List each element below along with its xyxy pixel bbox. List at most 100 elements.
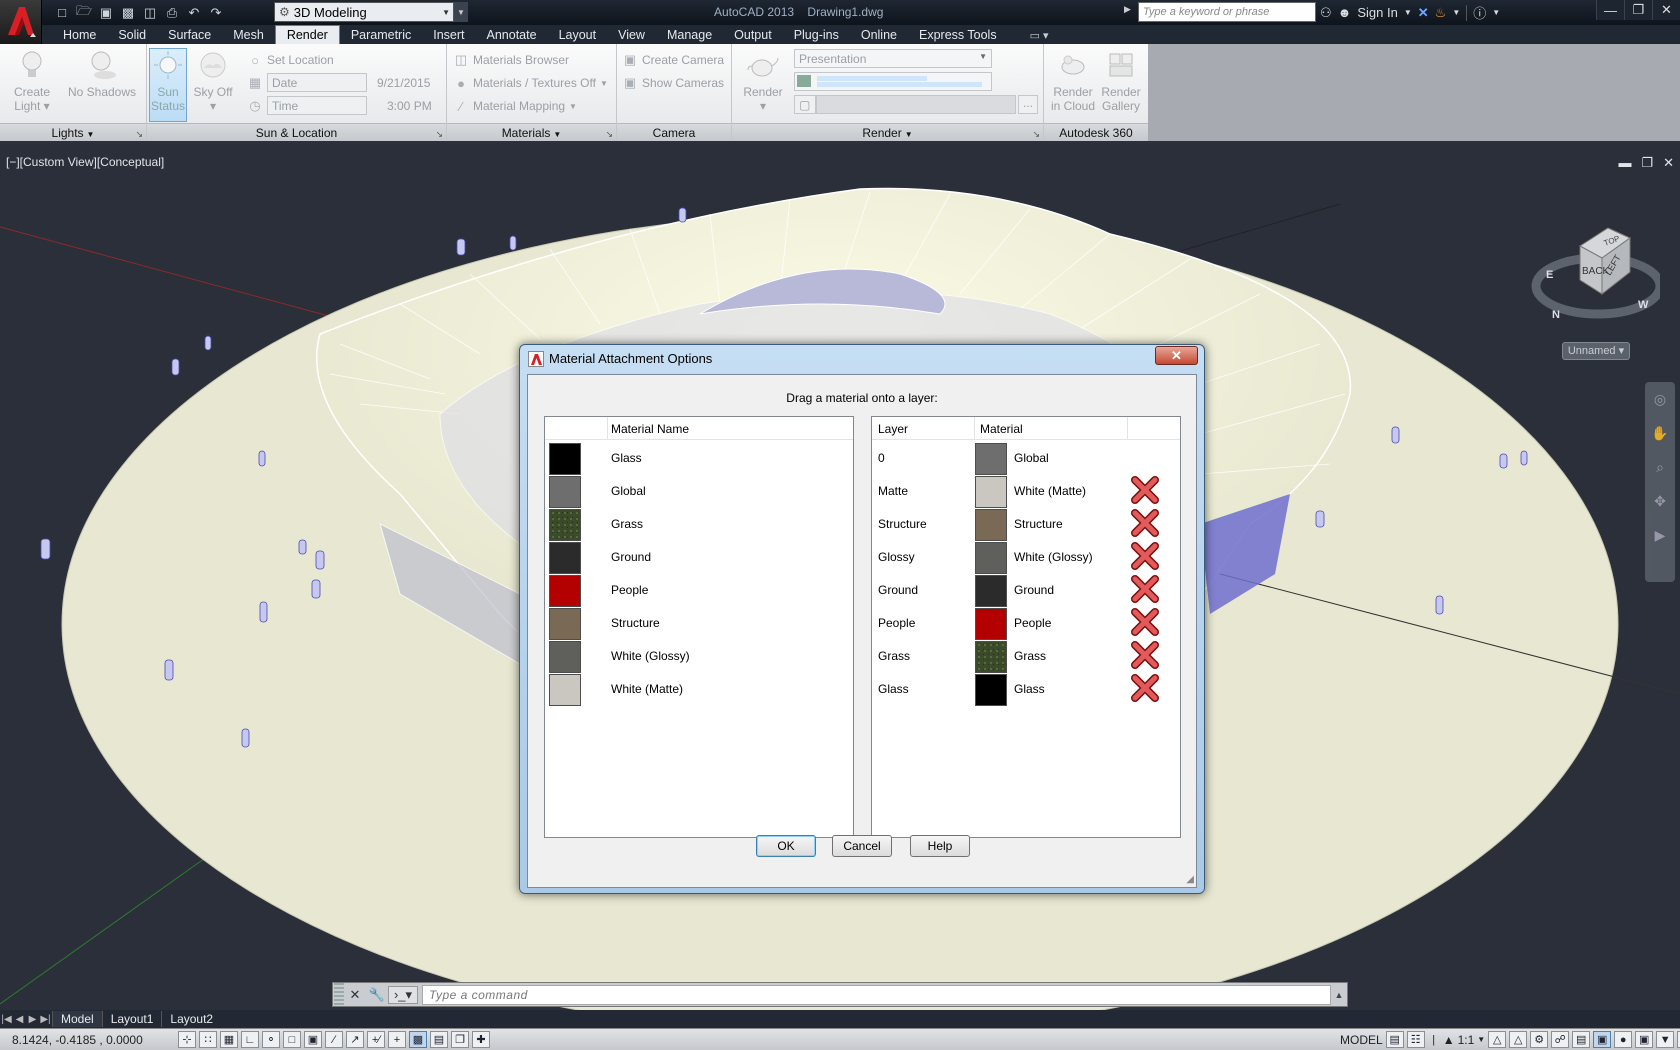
user-icon[interactable]: ☻ (1338, 5, 1352, 20)
materials-list[interactable]: Material Name Glass Global Grass Ground Peop… (544, 416, 854, 838)
material-list-item[interactable]: People (545, 572, 853, 607)
open-icon[interactable]: 🗁 (74, 3, 94, 22)
resize-grip-icon[interactable]: ◢ (1186, 874, 1194, 885)
first-tab-icon[interactable]: |◀ (0, 1014, 13, 1025)
search-input[interactable]: Type a keyword or phrase (1138, 2, 1316, 22)
render-gallery-button[interactable]: Render Gallery (1098, 49, 1144, 113)
exchange-icon[interactable]: ✕ (1418, 5, 1429, 21)
save-icon[interactable]: ▣ (96, 3, 116, 22)
layer-list-item[interactable]: People People (872, 605, 1180, 640)
tab-express-tools[interactable]: Express Tools (908, 26, 1008, 44)
selection-cycling-icon[interactable]: ❐ (451, 1031, 469, 1048)
tab-home[interactable]: Home (52, 26, 107, 44)
detach-material-icon[interactable] (1130, 574, 1160, 604)
layer-column-header[interactable]: Layer (878, 422, 908, 436)
viewport-label[interactable]: [−][Custom View][Conceptual] (6, 155, 164, 169)
workspace-switch-icon[interactable]: ⚙ (1530, 1031, 1549, 1048)
render-output-icon[interactable]: ▢ (794, 95, 816, 114)
coordinates-readout[interactable]: 8.1424, -0.4185 , 0.0000 (12, 1033, 143, 1047)
auto-scale-icon[interactable]: △ (1509, 1031, 1528, 1048)
minimize-button[interactable]: — (1596, 0, 1624, 20)
annotation-visibility-icon[interactable]: △ (1488, 1031, 1507, 1048)
material-list-item[interactable]: Global (545, 473, 853, 508)
layer-list-item[interactable]: Grass Grass (872, 638, 1180, 673)
close-icon[interactable]: ✕ (344, 987, 366, 1003)
tab-solid[interactable]: Solid (107, 26, 157, 44)
workspace-select[interactable]: ⚙ 3D Modeling ▼ (274, 2, 454, 22)
detach-material-icon[interactable] (1130, 508, 1160, 538)
last-tab-icon[interactable]: ▶| (39, 1014, 52, 1025)
quick-view-drawings-icon[interactable]: ☷ (1406, 1031, 1425, 1048)
navigation-bar[interactable]: ◎ ✋ ⌕ ✥ ▶ (1645, 382, 1675, 582)
dialog-launcher-icon[interactable]: ↘ (135, 125, 143, 143)
layers-list[interactable]: Layer Material 0 Global Matte White (Matte)… (871, 416, 1181, 838)
drag-handle[interactable] (334, 983, 344, 1006)
command-prompt-icon[interactable]: ›_▾ (388, 985, 418, 1004)
caret-right-icon[interactable]: ▶ (1124, 4, 1131, 15)
snap-icon[interactable]: ∷ (199, 1031, 217, 1048)
date-slider[interactable]: Date (267, 73, 367, 92)
dyn-icon[interactable]: +∕ (367, 1031, 385, 1048)
qat-customize-button[interactable]: ▼ (454, 2, 468, 22)
close-button[interactable]: ✕ (1652, 0, 1680, 20)
print-icon[interactable]: ⎙ (162, 3, 182, 22)
application-menu-button[interactable] (0, 0, 42, 44)
sky-off-button[interactable]: Sky Off ▾ (191, 49, 235, 113)
materials-panel-title[interactable]: Materials ▼ ↘ (447, 123, 616, 141)
browse-button[interactable]: ... (1018, 95, 1038, 114)
binoculars-icon[interactable]: ⚇ (1320, 5, 1332, 21)
tab-annotate[interactable]: Annotate (476, 26, 548, 44)
annotation-monitor-icon[interactable]: ✚ (472, 1031, 490, 1048)
dialog-launcher-icon[interactable]: ↘ (1032, 125, 1040, 143)
material-list-item[interactable]: White (Glossy) (545, 638, 853, 673)
tab-mesh[interactable]: Mesh (222, 26, 275, 44)
tab-surface[interactable]: Surface (157, 26, 222, 44)
layer-list-item[interactable]: Glass Glass (872, 671, 1180, 706)
next-tab-icon[interactable]: ▶ (26, 1014, 39, 1025)
material-list-item[interactable]: Ground (545, 539, 853, 574)
tab-manage[interactable]: Manage (656, 26, 723, 44)
otrack-icon[interactable]: ∕ (325, 1031, 343, 1048)
redo-icon[interactable]: ↷ (206, 3, 226, 22)
tab-plug-ins[interactable]: Plug-ins (783, 26, 850, 44)
lights-panel-title[interactable]: Lights ▼ ↘ (0, 123, 146, 141)
dialog-launcher-icon[interactable]: ↘ (605, 125, 613, 143)
dialog-launcher-icon[interactable]: ↘ (435, 125, 443, 143)
tab-view[interactable]: View (607, 26, 656, 44)
material-list-item[interactable]: White (Matte) (545, 671, 853, 706)
tab-layout1[interactable]: Layout1 (101, 1011, 162, 1027)
help-button[interactable]: Help (910, 835, 970, 857)
infer-constraints-icon[interactable]: ⊹ (178, 1031, 196, 1048)
layer-list-item[interactable]: Structure Structure (872, 506, 1180, 541)
material-mapping-button[interactable]: ∕ Material Mapping ▼ (453, 96, 577, 116)
no-shadows-button[interactable]: No Shadows (66, 49, 138, 99)
ducs-icon[interactable]: ↗ (346, 1031, 364, 1048)
tab-render[interactable]: Render (274, 25, 340, 44)
quick-view-layouts-icon[interactable]: ▤ (1385, 1031, 1404, 1048)
tab-model[interactable]: Model (52, 1011, 102, 1027)
tab-output[interactable]: Output (723, 26, 783, 44)
minimize-icon[interactable]: ▬ (1618, 155, 1631, 171)
detach-material-icon[interactable] (1130, 640, 1160, 670)
detach-material-icon[interactable] (1130, 607, 1160, 637)
dialog-close-button[interactable]: ✕ (1155, 346, 1198, 365)
tab-insert[interactable]: Insert (422, 26, 475, 44)
sign-in-link[interactable]: Sign In (1357, 5, 1397, 20)
detach-material-icon[interactable] (1130, 541, 1160, 571)
new-icon[interactable]: □ (52, 3, 72, 22)
create-light-button[interactable]: Create Light ▾ (8, 49, 56, 113)
lineweight-icon[interactable]: + (388, 1031, 406, 1048)
restore-icon[interactable]: ❐ (1641, 155, 1653, 171)
tab-layout[interactable]: Layout (548, 26, 608, 44)
osnap-icon[interactable]: □ (283, 1031, 301, 1048)
model-space-toggle[interactable]: MODEL (1340, 1033, 1383, 1047)
render-panel-title[interactable]: Render ▼ ↘ (732, 123, 1043, 141)
command-input[interactable]: Type a command (422, 984, 1331, 1005)
isolate-objects-icon[interactable]: ▣ (1593, 1031, 1612, 1048)
prev-tab-icon[interactable]: ◀ (13, 1014, 26, 1025)
wrench-icon[interactable]: 🔧 (366, 987, 388, 1003)
material-list-item[interactable]: Structure (545, 605, 853, 640)
material-list-item[interactable]: Glass (545, 440, 853, 475)
ortho-icon[interactable]: ∟ (241, 1031, 259, 1048)
create-camera-button[interactable]: ▣ Create Camera (622, 50, 724, 70)
